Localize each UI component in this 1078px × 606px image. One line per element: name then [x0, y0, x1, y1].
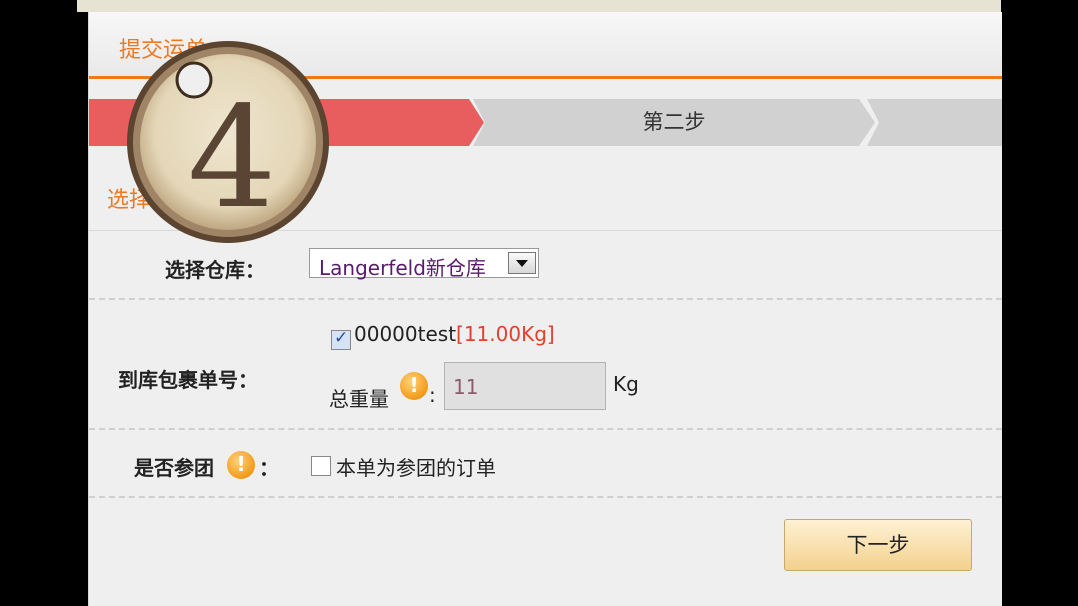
- divider: [89, 428, 1002, 430]
- warehouse-selected-value: Langerfeld新仓库: [319, 256, 486, 280]
- package-checkbox[interactable]: [331, 328, 351, 350]
- next-step-label: 下一步: [846, 533, 910, 557]
- group-buy-checkbox[interactable]: [311, 456, 331, 476]
- warning-icon[interactable]: [227, 451, 255, 479]
- package-code: 00000test: [354, 322, 457, 346]
- step-number-badge: 4: [127, 41, 329, 243]
- divider: [89, 298, 1002, 300]
- total-weight-input[interactable]: 11: [444, 362, 606, 410]
- divider: [89, 496, 1002, 498]
- weight-unit: Kg: [613, 372, 639, 396]
- top-band: [77, 0, 1001, 12]
- step-number: 4: [187, 77, 276, 240]
- group-buy-colon: ：: [259, 456, 279, 480]
- group-buy-label: 是否参团: [134, 456, 214, 480]
- total-weight-colon: :: [429, 383, 436, 407]
- step-3: [867, 99, 1002, 146]
- group-buy-checkbox-label[interactable]: 本单为参团的订单: [336, 452, 496, 481]
- total-weight-value: 11: [453, 375, 479, 399]
- step-2-label: 第二步: [642, 110, 706, 134]
- package-item: 00000test[11.00Kg]: [354, 322, 555, 346]
- warehouse-label: 选择仓库：: [165, 258, 265, 282]
- warehouse-select[interactable]: Langerfeld新仓库: [309, 248, 539, 280]
- next-step-button[interactable]: 下一步: [784, 519, 972, 571]
- total-weight-label: 总重量: [329, 387, 389, 411]
- package-weight: [11.00Kg]: [456, 322, 555, 346]
- warning-icon[interactable]: [400, 372, 428, 400]
- chevron-down-icon[interactable]: [508, 252, 536, 274]
- package-number-label: 到库包裹单号：: [118, 368, 258, 392]
- step-2: 第二步: [473, 99, 875, 146]
